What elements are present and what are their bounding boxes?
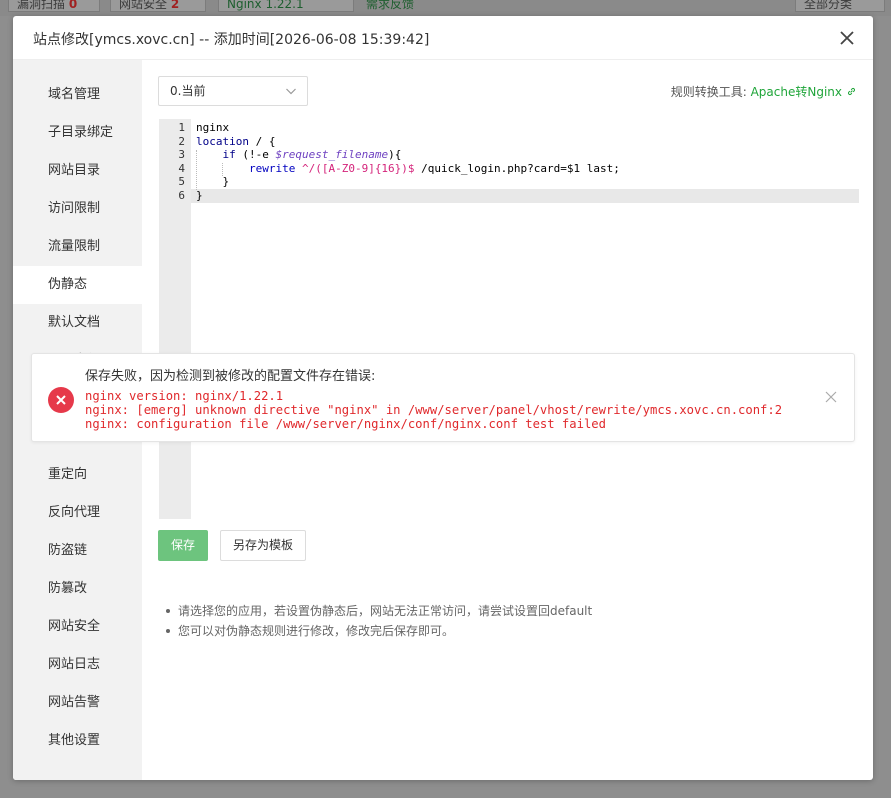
line-number: 3	[178, 148, 185, 161]
code-line: }	[196, 175, 229, 189]
sidebar-item-redirect[interactable]: 重定向	[13, 456, 142, 494]
error-icon	[48, 387, 74, 413]
sidebar-item-site-directory[interactable]: 网站目录	[13, 152, 142, 190]
sidebar-item-site-security[interactable]: 网站安全	[13, 608, 142, 646]
close-icon	[840, 31, 854, 45]
apache-to-nginx-link[interactable]: Apache转Nginx	[751, 85, 857, 99]
modal-header: 站点修改[ymcs.xovc.cn] -- 添加时间[2026-06-08 15…	[13, 16, 873, 60]
code-token: location	[196, 134, 249, 148]
error-line: nginx: [emerg] unknown directive "nginx"…	[85, 403, 783, 417]
tip-item: 请选择您的应用，若设置伪静态后，网站无法正常访问，请尝试设置回default	[166, 601, 592, 621]
save-as-template-button[interactable]: 另存为模板	[220, 530, 306, 561]
code-line: nginx	[196, 121, 229, 135]
bg-tab-all-categories: 全部分类	[795, 0, 885, 12]
code-line: location / {	[196, 135, 275, 149]
code-token: /quick_login.php?card=$1 last;	[414, 161, 620, 175]
line-number: 6	[178, 188, 185, 202]
code-token: if	[222, 148, 236, 161]
error-line: nginx version: nginx/1.22.1	[85, 389, 284, 403]
rewrite-code-editor[interactable]: 1 2 3 4 5 6 nginx location / { if (!-e $…	[158, 118, 859, 519]
save-button[interactable]: 保存	[158, 530, 208, 561]
error-title: 保存失败，因为检测到被修改的配置文件存在错误:	[85, 369, 376, 384]
code-token: $request_filename	[275, 148, 389, 161]
bg-tab-count: 0	[68, 0, 78, 11]
toast-close-icon[interactable]	[825, 391, 837, 403]
code-token: / {	[248, 134, 276, 148]
code-line: if (!-e $request_filename){	[196, 148, 402, 162]
chevron-down-icon	[286, 88, 296, 95]
rewrite-version-select[interactable]: 0.当前	[158, 76, 308, 106]
bg-tab-label: 漏洞扫描	[17, 0, 66, 11]
bg-tab-nginx: Nginx 1.22.1	[218, 0, 354, 12]
bg-tab-vuln-scan: 漏洞扫描 0	[8, 0, 100, 12]
link-icon	[847, 87, 856, 96]
error-toast: 保存失败，因为检测到被修改的配置文件存在错误: nginx version: n…	[31, 353, 855, 442]
select-value: 0.当前	[170, 84, 206, 98]
bg-tab-label: 需求反馈	[366, 0, 415, 11]
bg-tab-feedback: 需求反馈	[358, 0, 438, 12]
close-button[interactable]	[837, 28, 857, 48]
sidebar-item-access-limit[interactable]: 访问限制	[13, 190, 142, 228]
bg-tab-count: 2	[170, 0, 180, 11]
sidebar-item-site-logs[interactable]: 网站日志	[13, 646, 142, 684]
rule-tool-label: 规则转换工具:	[670, 85, 747, 99]
bg-tab-site-security: 网站安全 2	[110, 0, 206, 12]
tip-item: 您可以对伪静态规则进行修改，修改完后保存即可。	[166, 621, 592, 641]
code-token: ^/([A-Z0-9]{16})$	[295, 161, 415, 175]
sidebar-item-subdir-binding[interactable]: 子目录绑定	[13, 114, 142, 152]
sidebar-item-default-document[interactable]: 默认文档	[13, 304, 142, 342]
code-token: ){	[388, 148, 402, 161]
sidebar-item-reverse-proxy[interactable]: 反向代理	[13, 494, 142, 532]
code-token: (!-e	[235, 148, 276, 161]
modal-title: 站点修改[ymcs.xovc.cn] -- 添加时间[2026-06-08 15…	[33, 32, 430, 48]
code-line: rewrite ^/([A-Z0-9]{16})$ /quick_login.p…	[196, 162, 620, 176]
rule-convert-tool: 规则转换工具: Apache转Nginx	[671, 83, 857, 100]
line-number: 1	[178, 121, 185, 134]
line-number: 2	[178, 134, 185, 148]
sidebar-item-site-alerts[interactable]: 网站告警	[13, 684, 142, 722]
code-line: }	[196, 189, 203, 203]
bg-tab-label: 全部分类	[804, 0, 853, 11]
background-left-strip	[0, 16, 14, 798]
bg-tab-label: 网站安全	[119, 0, 168, 11]
code-token: nginx	[196, 121, 230, 134]
sidebar-item-hotlink-protection[interactable]: 防盗链	[13, 532, 142, 570]
sidebar-item-traffic-limit[interactable]: 流量限制	[13, 228, 142, 266]
line-number: 5	[178, 175, 185, 188]
active-line-highlight	[191, 189, 859, 203]
sidebar-item-tamper-proof[interactable]: 防篡改	[13, 570, 142, 608]
sidebar-item-rewrite[interactable]: 伪静态	[13, 266, 142, 304]
error-line: nginx: configuration file /www/server/ng…	[85, 417, 606, 431]
code-token: }	[196, 175, 230, 188]
bg-tab-label: Nginx 1.22.1	[227, 0, 304, 11]
line-number-gutter: 1 2 3 4 5 6	[159, 119, 191, 519]
sidebar-item-other-settings[interactable]: 其他设置	[13, 722, 142, 760]
rule-link-text: Apache转Nginx	[750, 85, 842, 99]
sidebar-item-domain[interactable]: 域名管理	[13, 76, 142, 114]
code-token: rewrite	[248, 161, 296, 175]
line-number: 4	[178, 161, 185, 175]
code-token: }	[196, 188, 203, 202]
tips-list: 请选择您的应用，若设置伪静态后，网站无法正常访问，请尝试设置回default 您…	[166, 601, 592, 641]
